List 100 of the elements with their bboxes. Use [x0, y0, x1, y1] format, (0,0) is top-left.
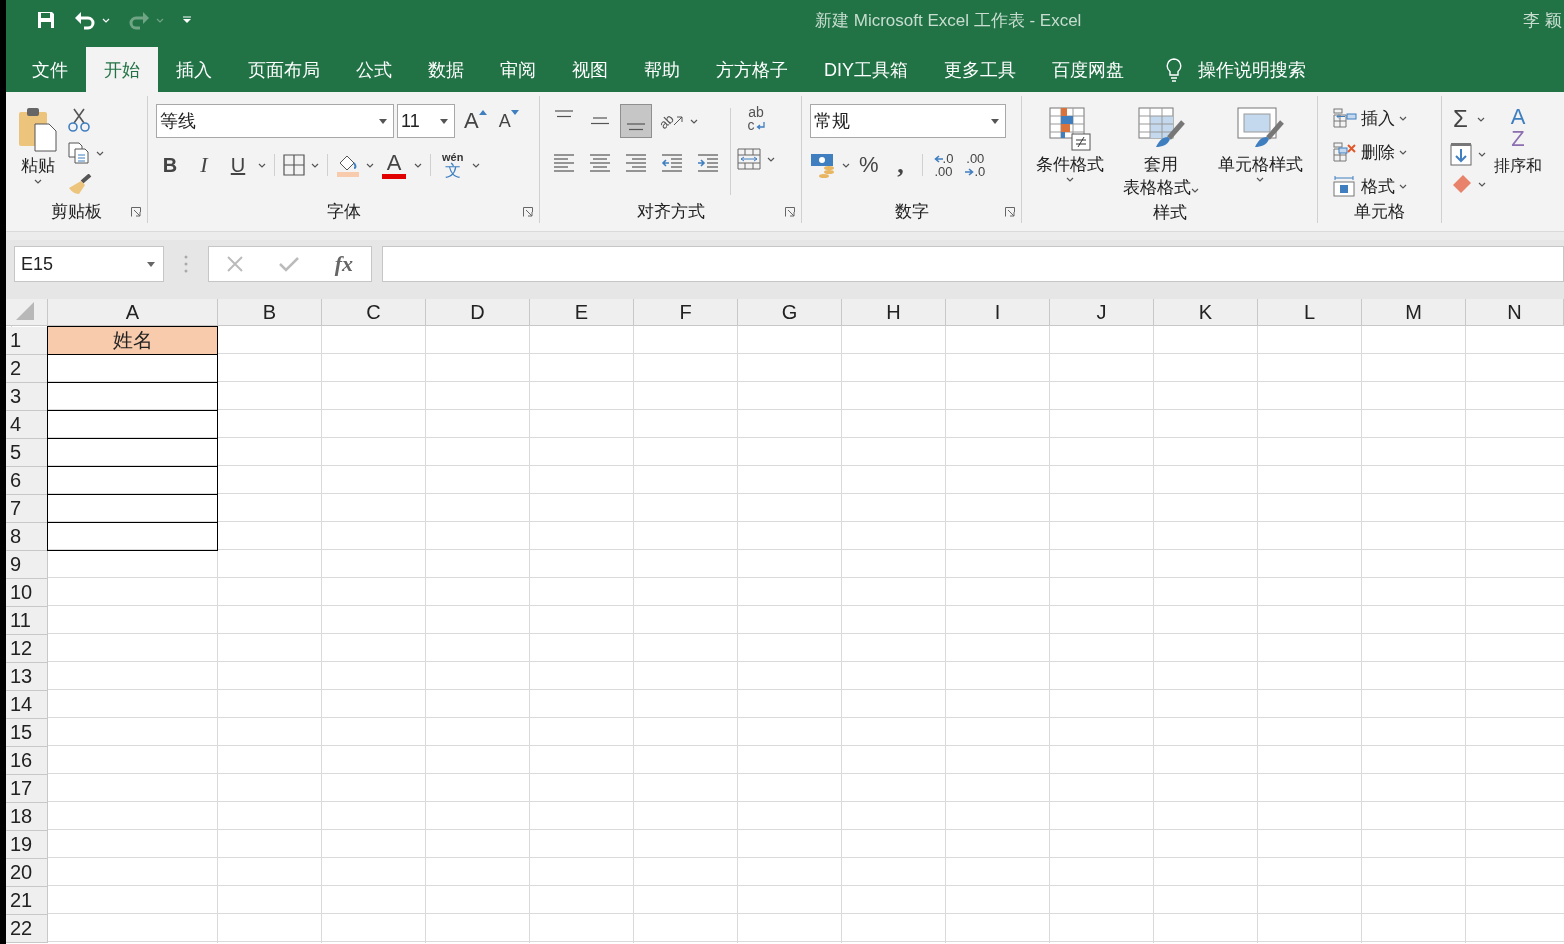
wrap-text-button[interactable]: ab c	[737, 104, 775, 134]
currency-icon[interactable]	[810, 152, 836, 178]
paste-button[interactable]: 粘贴	[14, 104, 62, 199]
increase-decimal-button[interactable]: .0 .00	[930, 150, 957, 180]
fill-down-icon[interactable]	[1450, 142, 1472, 166]
column-header[interactable]: L	[1258, 299, 1362, 326]
column-header[interactable]: F	[634, 299, 738, 326]
ribbon-tab[interactable]: 文件	[14, 47, 86, 92]
dropdown-caret-icon[interactable]	[1478, 151, 1486, 157]
dialog-launcher-icon[interactable]	[1005, 207, 1015, 217]
ribbon-tab[interactable]: 审阅	[482, 47, 554, 92]
number-format-field[interactable]: 常规	[810, 104, 1006, 138]
orientation-button[interactable]: ab	[656, 106, 687, 136]
ribbon-tab[interactable]: 插入	[158, 47, 230, 92]
ribbon-tab[interactable]: 方方格子	[698, 47, 806, 92]
sort-filter-button[interactable]: A Z 排序和	[1490, 104, 1546, 223]
dropdown-caret-icon[interactable]	[34, 179, 42, 184]
dropdown-caret-icon[interactable]	[1191, 188, 1199, 194]
row-header[interactable]: 3	[6, 383, 48, 411]
column-header[interactable]: M	[1362, 299, 1466, 326]
dropdown-caret-icon[interactable]	[1256, 177, 1265, 183]
font-color-button[interactable]: A	[380, 150, 408, 180]
row-header[interactable]: 11	[6, 607, 48, 635]
font-size-field[interactable]: 11	[397, 104, 455, 138]
ribbon-tab[interactable]: 页面布局	[230, 47, 338, 92]
user-name[interactable]: 李 颖	[1523, 8, 1564, 32]
column-header[interactable]: I	[946, 299, 1050, 326]
dropdown-caret-icon[interactable]	[1399, 149, 1407, 155]
ribbon-tab[interactable]: 帮助	[626, 47, 698, 92]
dialog-launcher-icon[interactable]	[131, 207, 141, 217]
merge-center-icon[interactable]	[737, 148, 761, 170]
cells-button[interactable]: 删除	[1330, 138, 1433, 166]
row-header[interactable]: 7	[6, 495, 48, 523]
row-header[interactable]: 14	[6, 691, 48, 719]
scissors-icon[interactable]	[68, 108, 90, 132]
save-icon[interactable]	[36, 10, 56, 30]
name-box[interactable]: E15	[14, 246, 164, 282]
row-header[interactable]: 6	[6, 467, 48, 495]
column-header[interactable]: H	[842, 299, 946, 326]
row-header[interactable]: 5	[6, 439, 48, 467]
column-header[interactable]: J	[1050, 299, 1154, 326]
column-header[interactable]: A	[48, 299, 218, 326]
row-header[interactable]: 19	[6, 831, 48, 859]
column-header[interactable]: E	[530, 299, 634, 326]
dropdown-caret-icon[interactable]	[96, 150, 104, 156]
column-header[interactable]: G	[738, 299, 842, 326]
ribbon-tab[interactable]: DIY工具箱	[806, 47, 926, 92]
cells-button[interactable]: 插入	[1330, 104, 1433, 132]
ribbon-tab[interactable]: 视图	[554, 47, 626, 92]
dropdown-caret-icon[interactable]	[842, 162, 850, 168]
check-icon[interactable]	[278, 256, 299, 272]
style-gallery-button[interactable]: 单元格样式	[1213, 104, 1307, 201]
dropdown-caret-icon[interactable]	[1476, 116, 1485, 122]
row-header[interactable]: 8	[6, 523, 48, 551]
column-header[interactable]: C	[322, 299, 426, 326]
row-header[interactable]: 17	[6, 775, 48, 803]
formula-input[interactable]	[382, 246, 1564, 282]
copy-icon[interactable]	[68, 142, 90, 164]
dropdown-caret-icon[interactable]	[311, 162, 319, 168]
dropdown-caret-icon[interactable]	[366, 162, 374, 168]
ribbon-tab[interactable]: 公式	[338, 47, 410, 92]
style-gallery-button[interactable]: 套用 表格格式	[1119, 104, 1203, 201]
bold-button[interactable]: B	[156, 150, 184, 180]
row-header[interactable]: 2	[6, 355, 48, 383]
ribbon-tab[interactable]: 百度网盘	[1034, 47, 1142, 92]
row-header[interactable]: 10	[6, 579, 48, 607]
row-header[interactable]: 15	[6, 719, 48, 747]
ribbon-tab[interactable]: 更多工具	[926, 47, 1034, 92]
row-header[interactable]: 18	[6, 803, 48, 831]
ribbon-tab[interactable]: 开始	[86, 47, 158, 92]
shrink-font-button[interactable]: A	[495, 106, 522, 136]
dropdown-caret-icon[interactable]	[1399, 183, 1407, 189]
dropdown-caret-icon[interactable]	[690, 118, 699, 124]
percent-button[interactable]: %	[856, 150, 882, 180]
grow-font-button[interactable]: A	[461, 106, 490, 136]
borders-icon[interactable]	[283, 154, 305, 176]
cells-button[interactable]: 格式	[1330, 172, 1433, 200]
row-header[interactable]: 13	[6, 663, 48, 691]
column-header[interactable]: D	[426, 299, 530, 326]
column-header[interactable]: N	[1466, 299, 1564, 326]
dropdown-caret-icon[interactable]	[258, 162, 266, 168]
dropdown-caret-icon[interactable]	[1399, 115, 1407, 121]
undo-icon[interactable]	[74, 10, 96, 30]
column-header[interactable]: B	[218, 299, 322, 326]
font-name-field[interactable]: 等线	[156, 104, 394, 138]
row-header[interactable]: 1	[6, 327, 48, 355]
style-gallery-button[interactable]: 条件格式	[1032, 104, 1109, 201]
column-header[interactable]: K	[1154, 299, 1258, 326]
lightbulb-icon[interactable]	[1166, 57, 1182, 82]
decrease-decimal-button[interactable]: .00 .0	[962, 150, 989, 180]
dropdown-caret-icon[interactable]	[1066, 177, 1075, 183]
customize-toolbar-icon[interactable]	[182, 16, 192, 24]
row-header[interactable]: 12	[6, 635, 48, 663]
italic-button[interactable]: I	[190, 150, 218, 180]
row-header[interactable]: 9	[6, 551, 48, 579]
row-header[interactable]: 20	[6, 859, 48, 887]
comma-style-button[interactable]: ,	[887, 150, 914, 180]
dropdown-caret-icon[interactable]	[1478, 181, 1486, 187]
format-painter-icon[interactable]	[68, 174, 92, 196]
row-header[interactable]: 22	[6, 915, 48, 943]
